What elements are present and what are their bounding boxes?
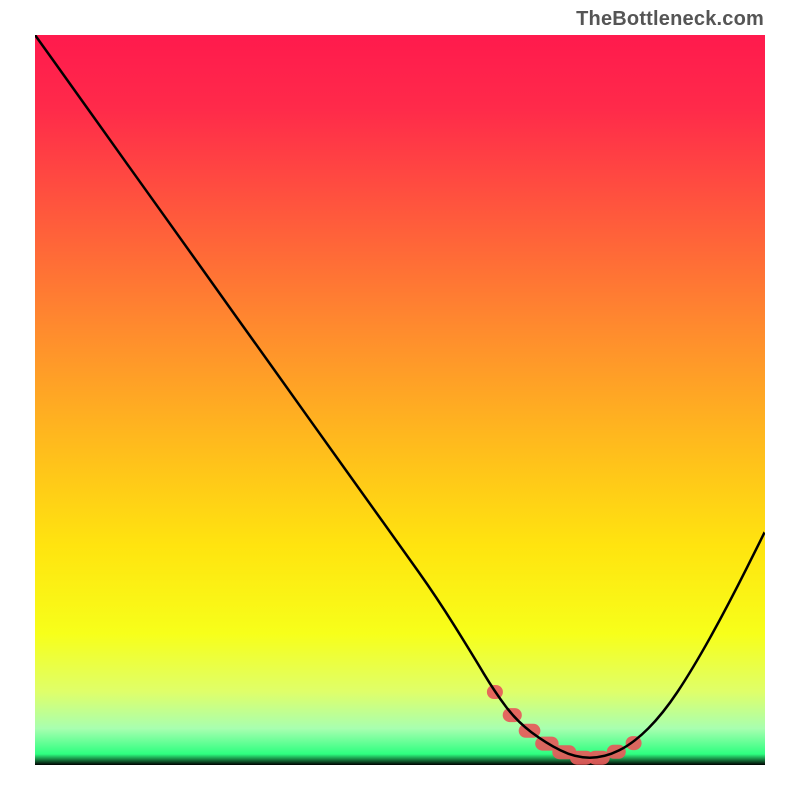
plot-area (35, 35, 765, 765)
bottleneck-curve (35, 35, 765, 758)
chart-container: TheBottleneck.com (0, 0, 800, 800)
curve-layer (35, 35, 765, 765)
watermark-text: TheBottleneck.com (576, 8, 764, 31)
